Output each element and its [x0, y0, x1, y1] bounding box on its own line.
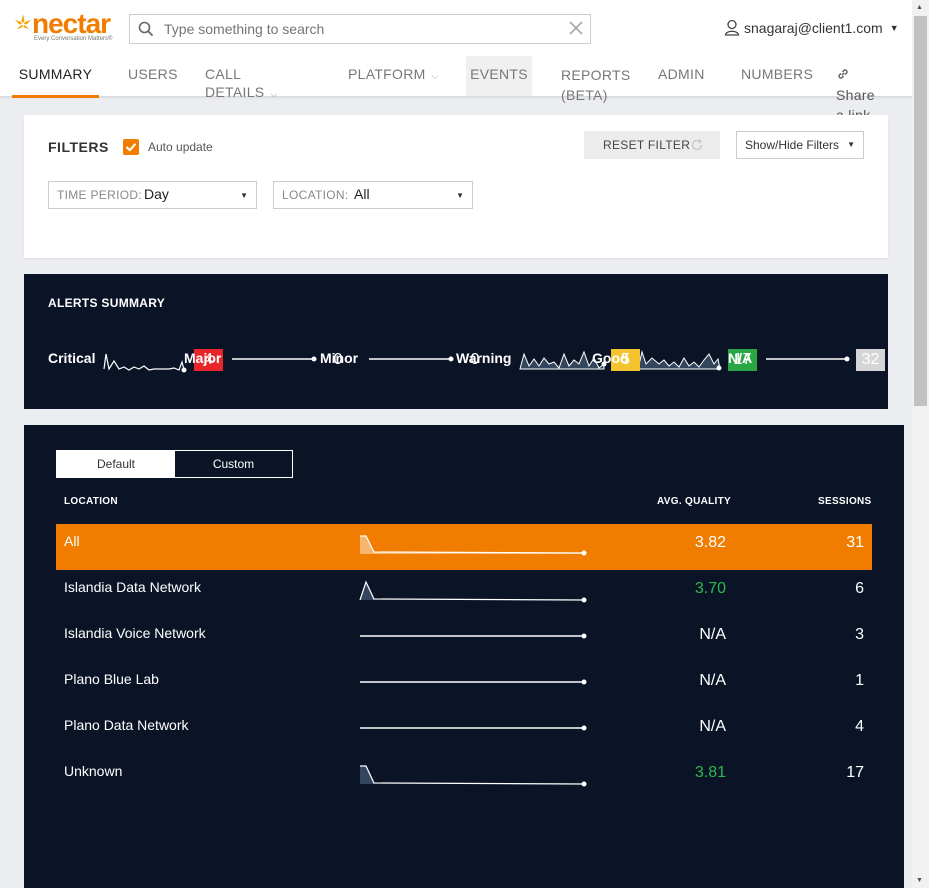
sessions-value: 31: [846, 534, 864, 551]
tab-call-details[interactable]: CALL DETAILS ⌵: [205, 56, 278, 100]
location-row-plano-data-network[interactable]: Plano Data Network N/A 4: [56, 708, 872, 754]
clear-search-icon[interactable]: [568, 20, 584, 36]
nectar-logo-icon: [15, 14, 31, 29]
location-row-all[interactable]: All 3.82 31: [56, 524, 872, 570]
user-menu[interactable]: snagaraj@client1.com ▼: [724, 19, 899, 36]
time-period-value: Day: [144, 186, 169, 202]
quality-sparkline: [360, 725, 587, 731]
reset-filter-label: RESET FILTER: [603, 138, 691, 152]
avg-quality-value: 3.70: [694, 580, 726, 597]
nectar-logo[interactable]: nectar Every Conversation Matters®: [12, 8, 114, 44]
sessions-value: 17: [846, 764, 864, 781]
location-row-plano-blue-lab[interactable]: Plano Blue Lab N/A 1: [56, 662, 872, 708]
scrollbar-thumb[interactable]: [914, 16, 927, 406]
checkmark-icon: [125, 143, 137, 152]
warning-label[interactable]: Warning: [456, 350, 511, 366]
minor-label[interactable]: Minor: [320, 350, 358, 366]
good-sparkline: [637, 350, 721, 370]
location-column-header[interactable]: LOCATION: [64, 496, 118, 507]
good-label[interactable]: Good: [592, 350, 629, 366]
reset-filter-button[interactable]: RESET FILTER: [584, 131, 720, 159]
sessions-column-header[interactable]: SESSIONS: [818, 496, 872, 507]
auto-update-checkbox[interactable]: [123, 139, 139, 155]
location-label: LOCATION:: [282, 188, 349, 202]
location-name: Islandia Voice Network: [64, 625, 206, 641]
time-period-label: TIME PERIOD:: [57, 188, 142, 202]
show-hide-filters-dropdown[interactable]: Show/Hide Filters ▼: [736, 131, 864, 159]
location-name: Unknown: [64, 763, 123, 779]
auto-update-label: Auto update: [148, 140, 213, 154]
page-scrollbar[interactable]: ▲ ▼: [912, 0, 929, 888]
default-view-button[interactable]: Default: [57, 451, 175, 477]
avg-quality-column-header[interactable]: AVG. QUALITY: [657, 496, 731, 507]
scroll-down-arrow-icon[interactable]: ▼: [916, 877, 923, 884]
sessions-value: 1: [855, 672, 864, 689]
quality-sparkline: [360, 765, 587, 787]
caret-down-icon: ▼: [240, 191, 248, 200]
filters-panel: FILTERS Auto update RESET FILTER Show/Hi…: [24, 115, 888, 258]
avg-quality-value: N/A: [699, 718, 726, 735]
avg-quality-value: N/A: [699, 672, 726, 689]
search-input[interactable]: [162, 18, 556, 40]
chevron-down-icon: ▼: [889, 22, 899, 33]
refresh-icon: [691, 139, 703, 151]
major-label[interactable]: Major: [184, 350, 221, 366]
chevron-down-icon: ⌵: [270, 89, 278, 99]
brand-tagline: Every Conversation Matters®: [34, 36, 113, 42]
chevron-down-icon: ⌵: [431, 71, 439, 81]
location-name: Plano Data Network: [64, 717, 189, 733]
tab-platform[interactable]: PLATFORM ⌵: [348, 56, 439, 96]
time-period-select[interactable]: TIME PERIOD: Day ▼: [48, 181, 257, 209]
custom-view-button[interactable]: Custom: [175, 451, 292, 477]
quality-sparkline: [360, 679, 587, 685]
share-link[interactable]: Sharea link: [836, 56, 875, 123]
tab-reports[interactable]: REPORTS (BETA): [561, 56, 631, 103]
top-bar: nectar Every Conversation Matters® snaga…: [0, 0, 912, 123]
alerts-summary-panel: ALERTS SUMMARY 4 0 0 5 17 32 Critical Ma…: [24, 274, 888, 409]
avg-quality-value: N/A: [699, 626, 726, 643]
sessions-value: 6: [855, 580, 864, 597]
avg-quality-value: 3.82: [694, 534, 726, 551]
alerts-sparklines: [103, 350, 850, 373]
tab-users[interactable]: USERS: [128, 56, 178, 96]
location-name: Plano Blue Lab: [64, 671, 159, 687]
scroll-up-arrow-icon[interactable]: ▲: [916, 4, 923, 11]
tab-events[interactable]: EVENTS: [466, 56, 532, 96]
user-email: snagaraj@client1.com: [744, 19, 883, 36]
critical-label[interactable]: Critical: [48, 350, 95, 366]
tab-admin[interactable]: ADMIN: [658, 56, 705, 96]
location-row-islandia-voice-network[interactable]: Islandia Voice Network N/A 3: [56, 616, 872, 662]
locations-panel: Default Custom LOCATION AVG. QUALITY SES…: [24, 425, 904, 888]
na-label[interactable]: N/A: [728, 350, 752, 366]
filters-title: FILTERS: [48, 139, 109, 155]
tab-summary[interactable]: SUMMARY: [12, 56, 99, 98]
search-icon: [138, 21, 154, 37]
caret-down-icon: ▼: [847, 140, 855, 149]
quality-sparkline: [360, 633, 587, 639]
quality-sparkline: [359, 580, 587, 603]
critical-sparkline: [103, 353, 185, 371]
caret-down-icon: ▼: [456, 191, 464, 200]
view-toggle: Default Custom: [56, 450, 293, 478]
quality-sparkline: [360, 535, 587, 556]
location-select[interactable]: LOCATION: All ▼: [273, 181, 473, 209]
sessions-value: 4: [855, 718, 864, 735]
tab-numbers[interactable]: NUMBERS: [741, 56, 813, 96]
location-row-unknown[interactable]: Unknown 3.81 17: [56, 754, 872, 800]
na-count-badge[interactable]: 32: [856, 349, 885, 371]
link-icon: [838, 69, 848, 79]
avg-quality-value: 3.81: [694, 764, 726, 781]
location-name: Islandia Data Network: [64, 579, 201, 595]
user-icon: [724, 19, 740, 36]
search-box[interactable]: [129, 14, 591, 44]
sessions-value: 3: [855, 626, 864, 643]
location-row-islandia-data-network[interactable]: Islandia Data Network 3.70 6: [56, 570, 872, 616]
location-value: All: [354, 186, 370, 202]
location-name: All: [64, 533, 80, 549]
